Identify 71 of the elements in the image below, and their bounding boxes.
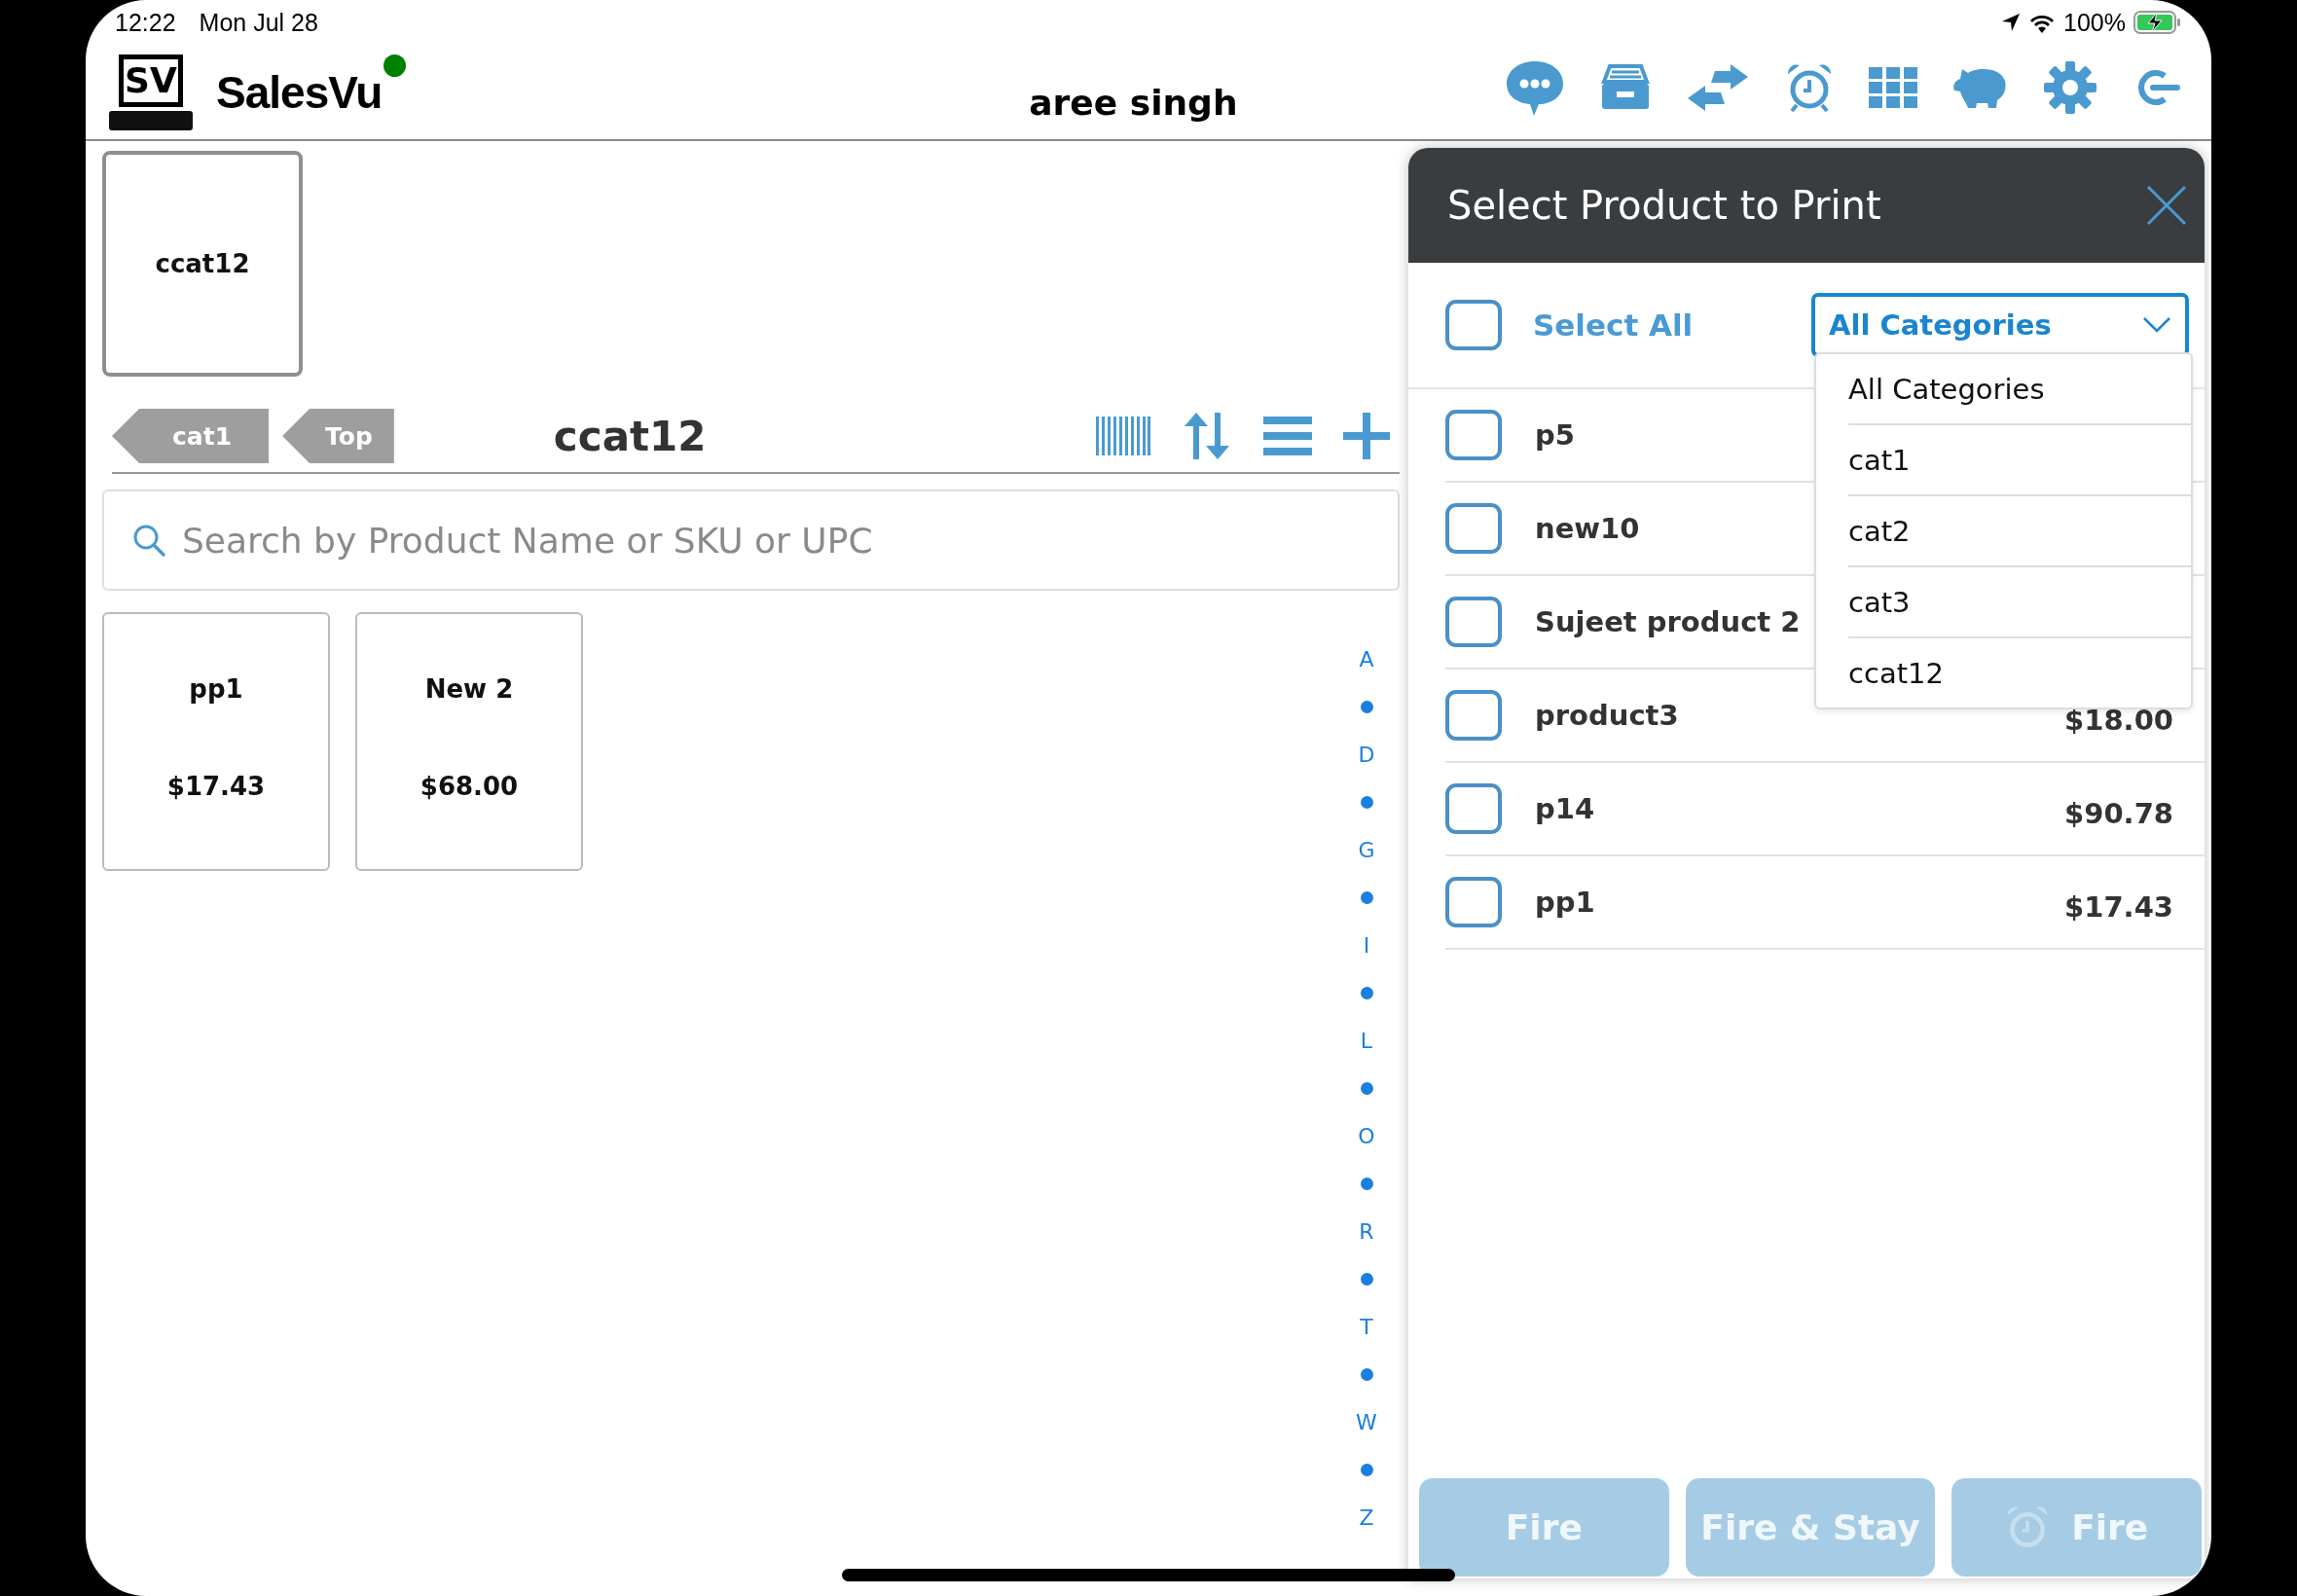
product-name: pp1 [189, 674, 243, 704]
sort-icon[interactable] [1182, 411, 1232, 461]
clock-time: 12:22 [115, 8, 176, 37]
product-name: pp1 [1535, 886, 1595, 919]
index-dot[interactable] [1360, 796, 1373, 809]
index-dot[interactable] [1360, 1178, 1373, 1190]
barcode-icon[interactable] [1096, 417, 1150, 455]
index-letter[interactable]: T [1360, 1303, 1373, 1351]
chevron-down-icon [2142, 316, 2171, 334]
product-checkbox[interactable] [1445, 783, 1502, 834]
index-dot[interactable] [1360, 701, 1373, 713]
product-name: p5 [1535, 418, 1575, 452]
battery-percent: 100% [2063, 8, 2126, 37]
close-icon[interactable] [2146, 185, 2187, 226]
product-price: $90.78 [2064, 797, 2173, 830]
settings-icon[interactable] [2044, 60, 2096, 114]
index-letter[interactable]: I [1363, 922, 1370, 969]
grid-icon[interactable] [1869, 66, 1917, 108]
battery-charging-icon [2133, 11, 2182, 34]
product-tile[interactable]: pp1 $17.43 [102, 612, 330, 871]
category-title: ccat12 [553, 412, 707, 460]
product-checkbox[interactable] [1445, 503, 1502, 554]
breadcrumb-tab[interactable]: cat1 [112, 409, 270, 463]
index-letter[interactable]: G [1358, 826, 1375, 874]
alarm-clock-icon[interactable] [1785, 61, 1834, 113]
logo-text: SV [125, 62, 177, 98]
category-tile[interactable]: ccat12 [102, 151, 303, 377]
index-dot[interactable] [1360, 891, 1373, 904]
product-price: $17.43 [2064, 890, 2173, 924]
index-letter[interactable]: Z [1359, 1494, 1374, 1542]
index-letter[interactable]: D [1358, 731, 1375, 779]
product-checkbox[interactable] [1445, 597, 1502, 647]
search-icon [131, 523, 166, 558]
dropdown-option[interactable]: cat2 [1848, 496, 2191, 567]
index-dot[interactable] [1360, 1368, 1373, 1381]
index-dot[interactable] [1360, 987, 1373, 999]
index-dot[interactable] [1360, 1082, 1373, 1095]
product-name: Sujeet product 2 [1535, 605, 1801, 638]
product-name: p14 [1535, 792, 1595, 825]
swap-arrows-icon[interactable] [1686, 62, 1750, 112]
product-checkbox[interactable] [1445, 877, 1502, 927]
product-checkbox[interactable] [1445, 690, 1502, 741]
index-letter[interactable]: L [1360, 1017, 1373, 1065]
product-price: $68.00 [419, 772, 519, 801]
search-field[interactable]: Search by Product Name or SKU or UPC [102, 490, 1400, 591]
index-letter[interactable]: A [1359, 635, 1374, 683]
location-icon [2001, 13, 2022, 32]
index-letter[interactable]: W [1356, 1398, 1377, 1446]
breadcrumb-tab[interactable]: Top [282, 409, 394, 463]
product-name: product3 [1535, 699, 1679, 732]
index-letter[interactable]: R [1359, 1208, 1374, 1255]
add-icon[interactable] [1343, 413, 1390, 459]
product-price: $17.43 [166, 772, 266, 801]
user-name: aree singh [1029, 83, 1238, 123]
index-dot[interactable] [1360, 1464, 1373, 1476]
dropdown-option[interactable]: cat1 [1848, 425, 2191, 496]
index-dot[interactable] [1360, 1273, 1373, 1286]
product-tile[interactable]: New 2 $68.00 [355, 612, 583, 871]
product-checkbox[interactable] [1445, 410, 1502, 460]
product-name: new10 [1535, 512, 1640, 545]
list-icon[interactable] [1263, 417, 1312, 455]
dialog-title: Select Product to Print [1447, 183, 1881, 228]
index-letter[interactable]: O [1358, 1112, 1375, 1160]
status-date: Mon Jul 28 [199, 8, 318, 37]
select-all-label[interactable]: Select All [1533, 308, 1694, 343]
dropdown-option[interactable]: All Categories [1848, 354, 2191, 425]
dropdown-option[interactable]: cat3 [1848, 567, 2191, 638]
app-name: SalesVu [216, 65, 383, 119]
select-all-checkbox[interactable] [1445, 300, 1502, 350]
category-dropdown[interactable]: All Categories [1812, 294, 2188, 356]
product-name: New 2 [424, 674, 514, 704]
